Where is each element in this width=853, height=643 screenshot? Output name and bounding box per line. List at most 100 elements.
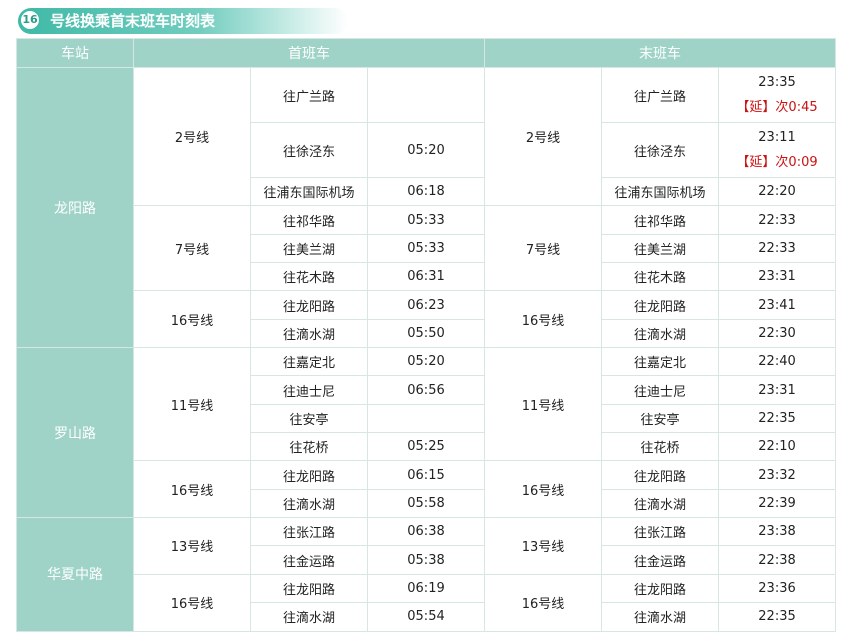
last-train-cell: 23:36: [718, 573, 837, 604]
timetable-body: 龙阳路 2号线 往广兰路 2号线 往广兰路 23:35 【延】次0:45 往徐泾东 05:20 往…: [16, 66, 837, 632]
direction-name: 往广兰路: [601, 67, 720, 123]
last-train-cell: 23:31: [718, 375, 837, 405]
direction-name: 往龙阳路: [250, 290, 368, 320]
extended-service-note: 【延】次0:09: [736, 155, 818, 170]
last-train-time: 23:31: [758, 382, 796, 398]
first-train-time: 06:38: [366, 517, 486, 547]
table-row: 龙阳路 2号线 往广兰路 2号线 往广兰路 23:35 【延】次0:45: [16, 66, 837, 349]
direction-name: 往美兰湖: [250, 233, 368, 264]
direction-name: 往龙阳路: [601, 573, 720, 604]
line-name: 16号线: [484, 460, 603, 519]
first-train-time: 06:18: [366, 176, 486, 207]
station-name: 华夏中路: [16, 517, 134, 632]
direction-name: 往龙阳路: [250, 460, 368, 490]
last-train-time: 22:35: [758, 609, 796, 625]
direction-name: 往滴水湖: [601, 488, 720, 519]
direction-name: 往滴水湖: [601, 602, 720, 632]
last-train-time: 23:41: [758, 297, 796, 313]
direction-name: 往花木路: [601, 262, 720, 292]
line-name: 2号线: [133, 66, 251, 207]
first-train-time: 05:33: [366, 205, 486, 235]
last-train-time: 23:38: [758, 524, 796, 540]
first-train-time: 05:25: [366, 432, 486, 462]
last-train-time: 22:39: [758, 495, 796, 511]
first-train-time: 06:31: [366, 262, 486, 292]
last-train-cell: 22:30: [718, 318, 837, 349]
first-train-time: 06:23: [366, 290, 486, 320]
direction-name: 往广兰路: [250, 67, 368, 123]
line-number-badge: 16: [20, 10, 40, 30]
first-train-time: 05:50: [366, 318, 486, 349]
line-name: 13号线: [133, 517, 251, 575]
last-train-cell: 23:38: [718, 517, 837, 547]
first-train-time: [366, 67, 486, 123]
direction-name: 往金运路: [250, 545, 368, 575]
line-name: 13号线: [484, 517, 603, 575]
line-name: 2号线: [484, 66, 603, 207]
direction-name: 往浦东国际机场: [250, 176, 368, 207]
last-train-cell: 23:32: [718, 460, 837, 490]
table-row: 16号线 往龙阳路 06:23 16号线 往龙阳路 23:41: [17, 290, 837, 349]
last-train-cell: 22:33: [718, 233, 837, 264]
direction-name: 往迪士尼: [250, 375, 368, 405]
line-name: 7号线: [133, 205, 251, 292]
last-train-cell: 22:38: [718, 545, 837, 575]
direction-name: 往龙阳路: [601, 460, 720, 490]
last-train-time: 23:36: [758, 580, 796, 596]
line-name: 16号线: [133, 290, 251, 349]
line-name: 11号线: [133, 347, 251, 462]
last-train-time: 22:38: [758, 552, 796, 568]
direction-name: 往嘉定北: [250, 347, 368, 377]
direction-name: 往龙阳路: [601, 290, 720, 320]
first-train-time: 05:54: [366, 602, 486, 632]
table-title-banner: 16 号线换乘首末班车时刻表: [18, 8, 348, 34]
first-train-time: 06:56: [366, 375, 486, 405]
extended-service-note: 【延】次0:45: [736, 100, 818, 115]
table-row: 16号线 往龙阳路 06:19 16号线 往龙阳路 23:36: [17, 573, 837, 632]
last-train-time: 22:30: [758, 325, 796, 341]
direction-name: 往花木路: [250, 262, 368, 292]
first-train-time: 06:15: [366, 460, 486, 490]
last-train-cell: 22:40: [718, 347, 837, 377]
line-name: 16号线: [484, 573, 603, 632]
timetable: 车站 首班车 末班车 龙阳路 2号线 往广兰路 2号线 往广兰路 23:35 【延】次0:4…: [16, 38, 837, 632]
last-train-cell: 23:41: [718, 290, 837, 320]
last-train-time: 23:32: [758, 467, 796, 483]
direction-name: 往美兰湖: [601, 233, 720, 264]
first-train-time: 05:33: [366, 233, 486, 264]
first-train-time: 05:20: [366, 347, 486, 377]
direction-name: 往张江路: [250, 517, 368, 547]
last-train-time: 23:35: [758, 75, 796, 90]
last-train-time: 22:33: [758, 240, 796, 256]
last-train-cell: 22:35: [718, 403, 837, 434]
last-train-cell: 22:10: [718, 432, 837, 462]
table-row: 16号线 往龙阳路 06:15 16号线 往龙阳路 23:32: [17, 460, 837, 519]
direction-name: 往龙阳路: [250, 573, 368, 604]
last-train-time: 23:31: [758, 269, 796, 285]
direction-name: 往滴水湖: [250, 318, 368, 349]
last-train-time: 22:20: [758, 184, 796, 200]
last-train-cell: 23:35 【延】次0:45: [718, 67, 837, 123]
line-name: 7号线: [484, 205, 603, 292]
line-name: 16号线: [133, 573, 251, 632]
last-train-cell: 22:35: [718, 602, 837, 632]
direction-name: 往祁华路: [250, 205, 368, 235]
direction-name: 往张江路: [601, 517, 720, 547]
direction-name: 往花桥: [250, 432, 368, 462]
line-name: 16号线: [484, 290, 603, 349]
last-train-cell: 22:33: [718, 205, 837, 235]
last-train-time: 22:35: [758, 410, 796, 426]
direction-name: 往滴水湖: [250, 602, 368, 632]
direction-name: 往滴水湖: [250, 488, 368, 519]
column-header-first-train: 首班车: [132, 38, 486, 68]
last-train-cell: 23:31: [718, 262, 837, 292]
column-header-last-train: 末班车: [484, 38, 837, 68]
table-row: 罗山路 11号线 往嘉定北 05:20 11号线 往嘉定北 22:40: [16, 347, 837, 519]
first-train-time: 05:20: [366, 122, 486, 178]
last-train-cell: 22:39: [718, 488, 837, 519]
station-name: 罗山路: [16, 347, 134, 519]
last-train-cell: 22:20: [718, 176, 837, 207]
last-train-time: 23:11: [758, 130, 796, 145]
direction-name: 往迪士尼: [601, 375, 720, 405]
direction-name: 往花桥: [601, 432, 720, 462]
